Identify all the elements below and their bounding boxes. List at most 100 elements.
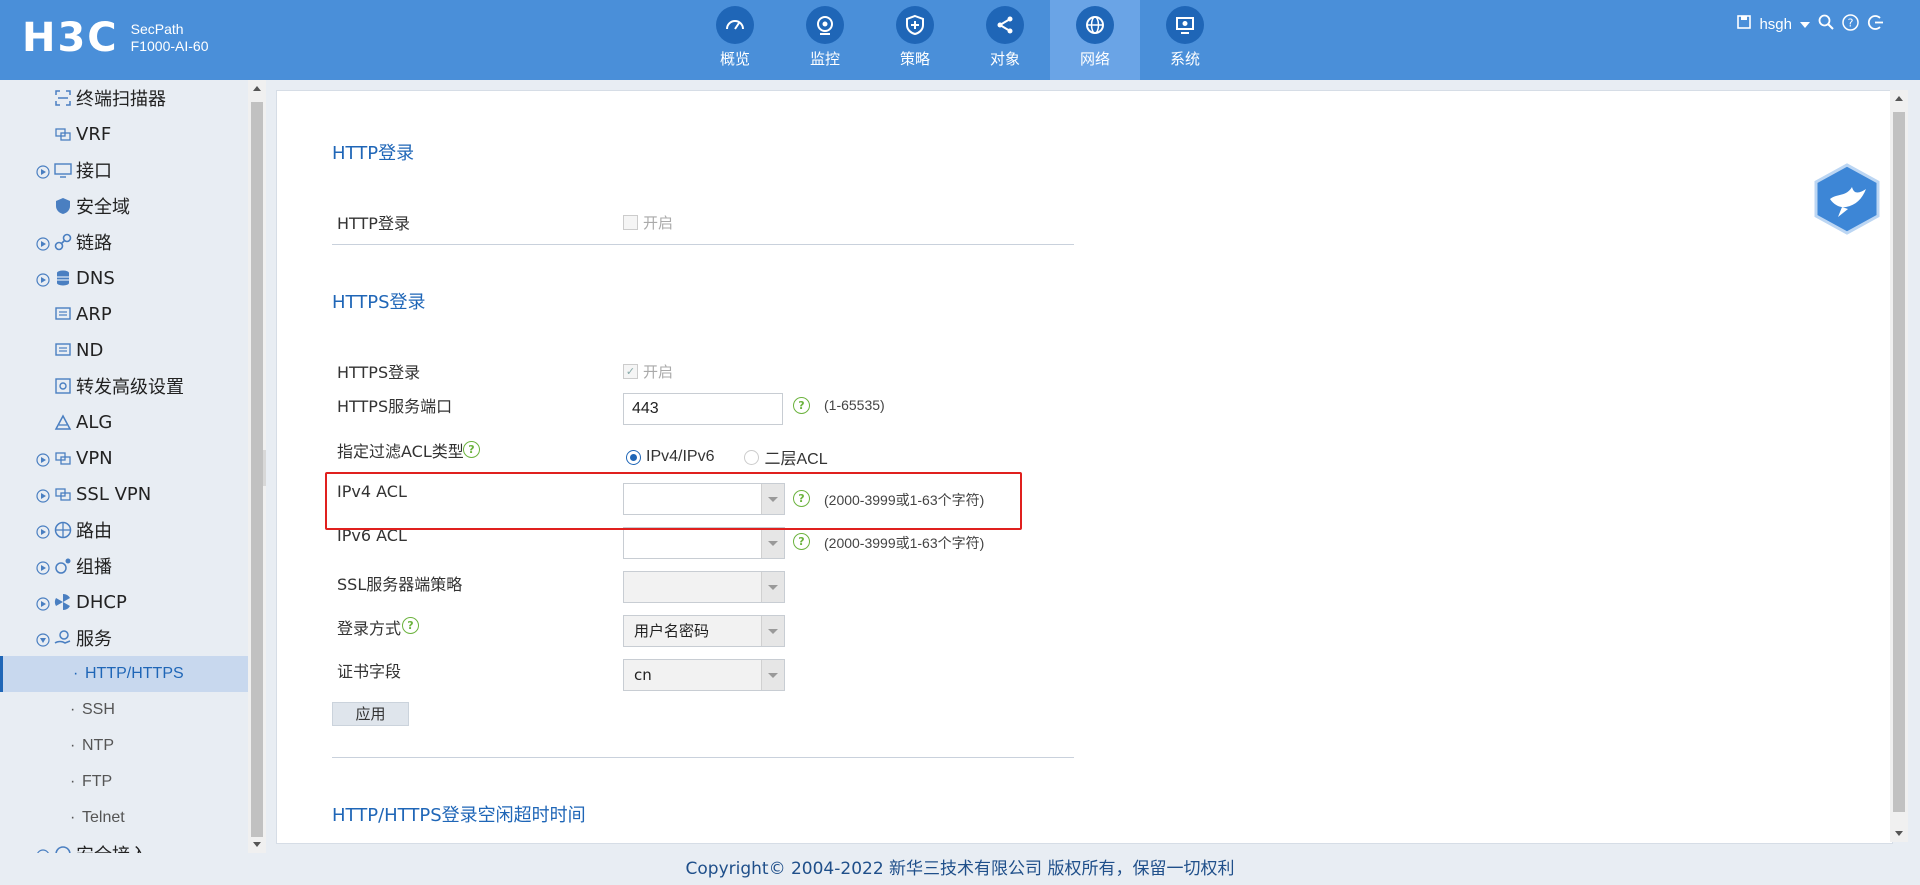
username[interactable]: hsgh	[1759, 16, 1792, 33]
save-icon[interactable]	[1737, 15, 1752, 33]
scroll-thumb[interactable]	[1893, 112, 1905, 812]
scroll-thumb[interactable]	[251, 102, 263, 837]
nav-object[interactable]: 对象	[960, 0, 1050, 80]
scroll-down-arrow-icon[interactable]	[1895, 831, 1903, 836]
system-icon	[1166, 6, 1204, 44]
sidebar-item-route[interactable]: 路由	[0, 512, 248, 548]
sidebar-subitem-http-https[interactable]: · HTTP/HTTPS	[0, 656, 248, 692]
sidebar-item-multicast[interactable]: 组播	[0, 548, 248, 584]
radio-ipv4-ipv6[interactable]	[626, 449, 641, 465]
sidebar-subitem-telnet[interactable]: · Telnet	[0, 800, 248, 836]
nav-overview[interactable]: 概览	[690, 0, 780, 80]
collapse-icon[interactable]	[36, 631, 50, 647]
checkbox-unchecked-icon[interactable]	[623, 215, 638, 230]
ssl-policy-label: SSL服务器端策略	[337, 575, 463, 594]
help-icon[interactable]: ?	[1842, 13, 1859, 35]
nav-monitor[interactable]: 监控	[780, 0, 870, 80]
dhcp-icon	[54, 593, 72, 611]
chevron-down-icon[interactable]	[761, 572, 784, 602]
apply-button[interactable]: 应用	[332, 702, 409, 726]
assistant-bird-icon[interactable]	[1812, 163, 1882, 235]
sidebar-item-forward-settings[interactable]: 转发高级设置	[0, 368, 248, 404]
sidebar-item-link[interactable]: 链路	[0, 224, 248, 260]
sidebar-item-label: VPN	[76, 447, 113, 469]
sidebar-item-alg[interactable]: ALG	[0, 404, 248, 440]
interface-icon	[54, 161, 72, 179]
login-method-select[interactable]: 用户名密码	[623, 615, 785, 647]
sidebar-item-label: 链路	[76, 233, 112, 254]
highlight-annotation-box	[325, 472, 1022, 530]
acl-type-radio-group: IPv4/IPv6 二层ACL	[626, 445, 828, 469]
expand-icon[interactable]	[36, 271, 50, 287]
nav-policy[interactable]: 策略	[870, 0, 960, 80]
ipv6-acl-select[interactable]	[623, 527, 785, 559]
http-login-checkbox[interactable]: 开启	[623, 212, 673, 233]
https-port-input[interactable]: 443	[623, 393, 783, 425]
sidebar-item-label: SSL VPN	[76, 483, 152, 505]
sidebar-item-ssl-vpn[interactable]: SSL VPN	[0, 476, 248, 512]
nav-label: 网络	[1079, 50, 1110, 68]
expand-icon[interactable]	[36, 451, 50, 467]
https-login-label: HTTPS登录	[337, 363, 421, 382]
sidebar-item-dhcp[interactable]: DHCP	[0, 584, 248, 620]
sidebar-item-nd[interactable]: ND	[0, 332, 248, 368]
help-icon[interactable]: ?	[463, 441, 480, 458]
help-icon[interactable]: ?	[793, 533, 810, 550]
sidebar-subitem-ntp[interactable]: · NTP	[0, 728, 248, 764]
caret-down-icon[interactable]	[1800, 16, 1810, 33]
expand-icon[interactable]	[36, 235, 50, 251]
main-nav: 概览 监控 策略 对象 网络 系统	[690, 0, 1230, 80]
scanner-icon	[54, 89, 72, 107]
sidebar-item-interface[interactable]: 接口	[0, 152, 248, 188]
chevron-down-icon[interactable]	[761, 616, 784, 646]
select-value: cn	[634, 666, 652, 684]
sidebar-item-security-access[interactable]: 安全接入	[0, 836, 248, 853]
dashboard-icon	[716, 6, 754, 44]
cert-field-select[interactable]: cn	[623, 659, 785, 691]
nav-system[interactable]: 系统	[1140, 0, 1230, 80]
ipv6-acl-hint: (2000-3999或1-63个字符)	[824, 535, 985, 551]
expand-icon[interactable]	[36, 163, 50, 179]
checkbox-label: 开启	[643, 214, 674, 232]
vrf-icon	[54, 125, 72, 143]
search-icon[interactable]	[1818, 14, 1834, 34]
sidebar-item-security-zone[interactable]: 安全域	[0, 188, 248, 224]
sidebar-item-vpn[interactable]: VPN	[0, 440, 248, 476]
sidebar-item-scanner[interactable]: 终端扫描器	[0, 80, 248, 116]
nav-label: 对象	[989, 50, 1020, 68]
checkbox-checked-icon[interactable]: ✓	[623, 364, 638, 379]
expand-icon[interactable]	[36, 595, 50, 611]
header-tools: hsgh ?	[1737, 13, 1884, 35]
sidebar-subitem-ssh[interactable]: · SSH	[0, 692, 248, 728]
help-icon[interactable]: ?	[402, 617, 419, 634]
section-title-timeout: HTTP/HTTPS登录空闲超时时间	[332, 805, 586, 826]
link-icon	[54, 233, 72, 251]
content-panel	[276, 90, 1893, 844]
nav-network[interactable]: 网络	[1050, 0, 1140, 80]
product-line-1: SecPath	[130, 21, 184, 37]
sidebar-item-vrf[interactable]: VRF	[0, 116, 248, 152]
logout-icon[interactable]	[1867, 14, 1884, 35]
expand-icon[interactable]	[36, 523, 50, 539]
https-login-checkbox[interactable]: ✓ 开启	[623, 361, 673, 382]
login-method-label-text: 登录方式	[337, 619, 402, 638]
sidebar-item-service[interactable]: 服务	[0, 620, 248, 656]
chevron-down-icon[interactable]	[761, 660, 784, 690]
radio-label: 二层ACL	[764, 451, 828, 468]
ssl-policy-select[interactable]	[623, 571, 785, 603]
route-icon	[54, 521, 72, 539]
scroll-up-arrow-icon[interactable]	[253, 86, 261, 91]
sidebar-subitem-ftp[interactable]: · FTP	[0, 764, 248, 800]
sidebar-item-arp[interactable]: ARP	[0, 296, 248, 332]
sidebar: 终端扫描器 VRF 接口 安全域 链路 DNS ARP ND 转发高级设置 AL…	[0, 80, 248, 853]
radio-layer2-acl[interactable]	[744, 449, 760, 465]
arp-icon	[54, 305, 72, 323]
content-scrollbar[interactable]	[1890, 90, 1908, 842]
expand-icon[interactable]	[36, 487, 50, 503]
scroll-up-arrow-icon[interactable]	[1895, 96, 1903, 101]
scroll-down-arrow-icon[interactable]	[253, 842, 261, 847]
expand-icon[interactable]	[36, 559, 50, 575]
sidebar-item-dns[interactable]: DNS	[0, 260, 248, 296]
help-icon[interactable]: ?	[793, 397, 810, 414]
chevron-down-icon[interactable]	[761, 528, 784, 558]
